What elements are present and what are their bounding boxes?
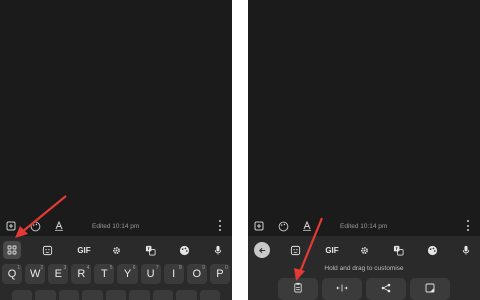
key-hint: 3	[63, 265, 67, 271]
key-label: U	[146, 268, 155, 280]
key-hint: 7	[155, 265, 159, 271]
keyboard-toolbar: GIF	[248, 239, 480, 261]
key-hint: 5	[109, 265, 113, 271]
key-i[interactable]: 8I	[163, 264, 184, 284]
key-y[interactable]: 6Y	[117, 264, 138, 284]
key[interactable]	[199, 290, 220, 300]
note-canvas[interactable]	[0, 0, 232, 212]
key-label: E	[54, 268, 62, 280]
plus-box-icon[interactable]	[252, 219, 266, 233]
key[interactable]	[58, 290, 80, 300]
microphone-icon[interactable]	[457, 241, 475, 259]
translate-icon[interactable]	[141, 241, 159, 259]
keyboard: GIF 1Q 2W 3E 4R 5T 6Y 7U 8I 9O 0P	[0, 236, 232, 300]
customise-hint: Hold and drag to customise	[324, 265, 404, 272]
screenshot-tile[interactable]	[410, 278, 450, 300]
keyboard-row-1: 1Q 2W 3E 4R 5T 6Y 7U 8I 9O 0P	[2, 264, 230, 284]
key-label: W	[29, 268, 41, 280]
key-t[interactable]: 5T	[94, 264, 115, 284]
text-format-icon[interactable]	[300, 219, 314, 233]
key-label: Q	[7, 268, 17, 280]
gif-button[interactable]: GIF	[320, 241, 344, 259]
gear-icon[interactable]	[107, 241, 125, 259]
left-screenshot: Edited 10:14 pm GIF 1Q 2 W 3 E 4 R 5 T 6…	[0, 0, 232, 300]
key-e[interactable]: 3E	[48, 264, 69, 284]
edit-toolbar: Edited 10:14 pm	[248, 216, 480, 236]
keyboard: GIF Hold and drag to customise	[248, 236, 480, 300]
sticker-icon[interactable]	[286, 241, 304, 259]
clipboard-tile[interactable]	[278, 278, 318, 300]
key-q[interactable]: 1Q	[2, 264, 23, 284]
key-label: R	[77, 268, 86, 280]
key-r[interactable]: 4R	[71, 264, 92, 284]
key-label: P	[216, 268, 224, 280]
clipboard-icon	[293, 280, 303, 298]
key[interactable]	[176, 290, 197, 300]
back-arrow-icon[interactable]	[254, 242, 270, 258]
key-label: I	[172, 268, 176, 280]
edited-timestamp: Edited 10:14 pm	[92, 222, 140, 230]
palette-icon[interactable]	[423, 241, 441, 259]
key[interactable]	[129, 290, 150, 300]
key-hint: 1	[17, 265, 21, 271]
plus-box-icon[interactable]	[4, 219, 18, 233]
key-hint: 6	[132, 265, 136, 271]
note-canvas[interactable]	[248, 0, 480, 212]
sticker-icon[interactable]	[38, 241, 56, 259]
palette-icon[interactable]	[28, 219, 42, 233]
gif-button[interactable]: GIF	[72, 241, 96, 259]
key[interactable]	[82, 290, 103, 300]
key-p[interactable]: 0P	[209, 264, 230, 284]
key-u[interactable]: 7U	[140, 264, 161, 284]
edit-toolbar: Edited 10:14 pm	[0, 216, 232, 236]
palette-icon[interactable]	[175, 241, 193, 259]
text-format-icon[interactable]	[52, 219, 66, 233]
key-w[interactable]: 2W	[25, 264, 46, 284]
key-hint: 0	[225, 265, 228, 271]
translate-icon[interactable]	[389, 241, 407, 259]
key[interactable]	[35, 290, 56, 300]
microphone-icon[interactable]	[209, 241, 227, 259]
key[interactable]	[105, 290, 127, 300]
gear-icon[interactable]	[355, 241, 373, 259]
key[interactable]	[152, 290, 174, 300]
edited-timestamp: Edited 10:14 pm	[340, 222, 388, 230]
kebab-menu-icon[interactable]	[219, 220, 222, 231]
key-label: T	[101, 268, 108, 280]
key-hint: 8	[178, 265, 182, 271]
key-label: Y	[123, 268, 132, 280]
key-hint: 9	[202, 265, 205, 271]
key-label: O	[192, 268, 202, 280]
share-icon	[381, 280, 391, 298]
palette-icon[interactable]	[276, 219, 290, 233]
right-screenshot: Edited 10:14 pm GIF Hold and drag to cus…	[248, 0, 480, 300]
screenshot-icon	[425, 280, 435, 298]
share-tile[interactable]	[366, 278, 406, 300]
cursor-move-tile[interactable]	[322, 278, 362, 300]
key[interactable]	[12, 290, 33, 300]
kebab-menu-icon[interactable]	[467, 220, 470, 231]
keyboard-row-2	[12, 290, 220, 300]
keyboard-toolbar: GIF	[0, 239, 232, 261]
cursor-move-icon	[336, 280, 348, 298]
key-hint: 4	[86, 265, 90, 271]
key-o[interactable]: 9O	[186, 264, 207, 284]
key-hint: 2	[40, 265, 44, 271]
apps-grid-icon[interactable]	[3, 241, 21, 259]
